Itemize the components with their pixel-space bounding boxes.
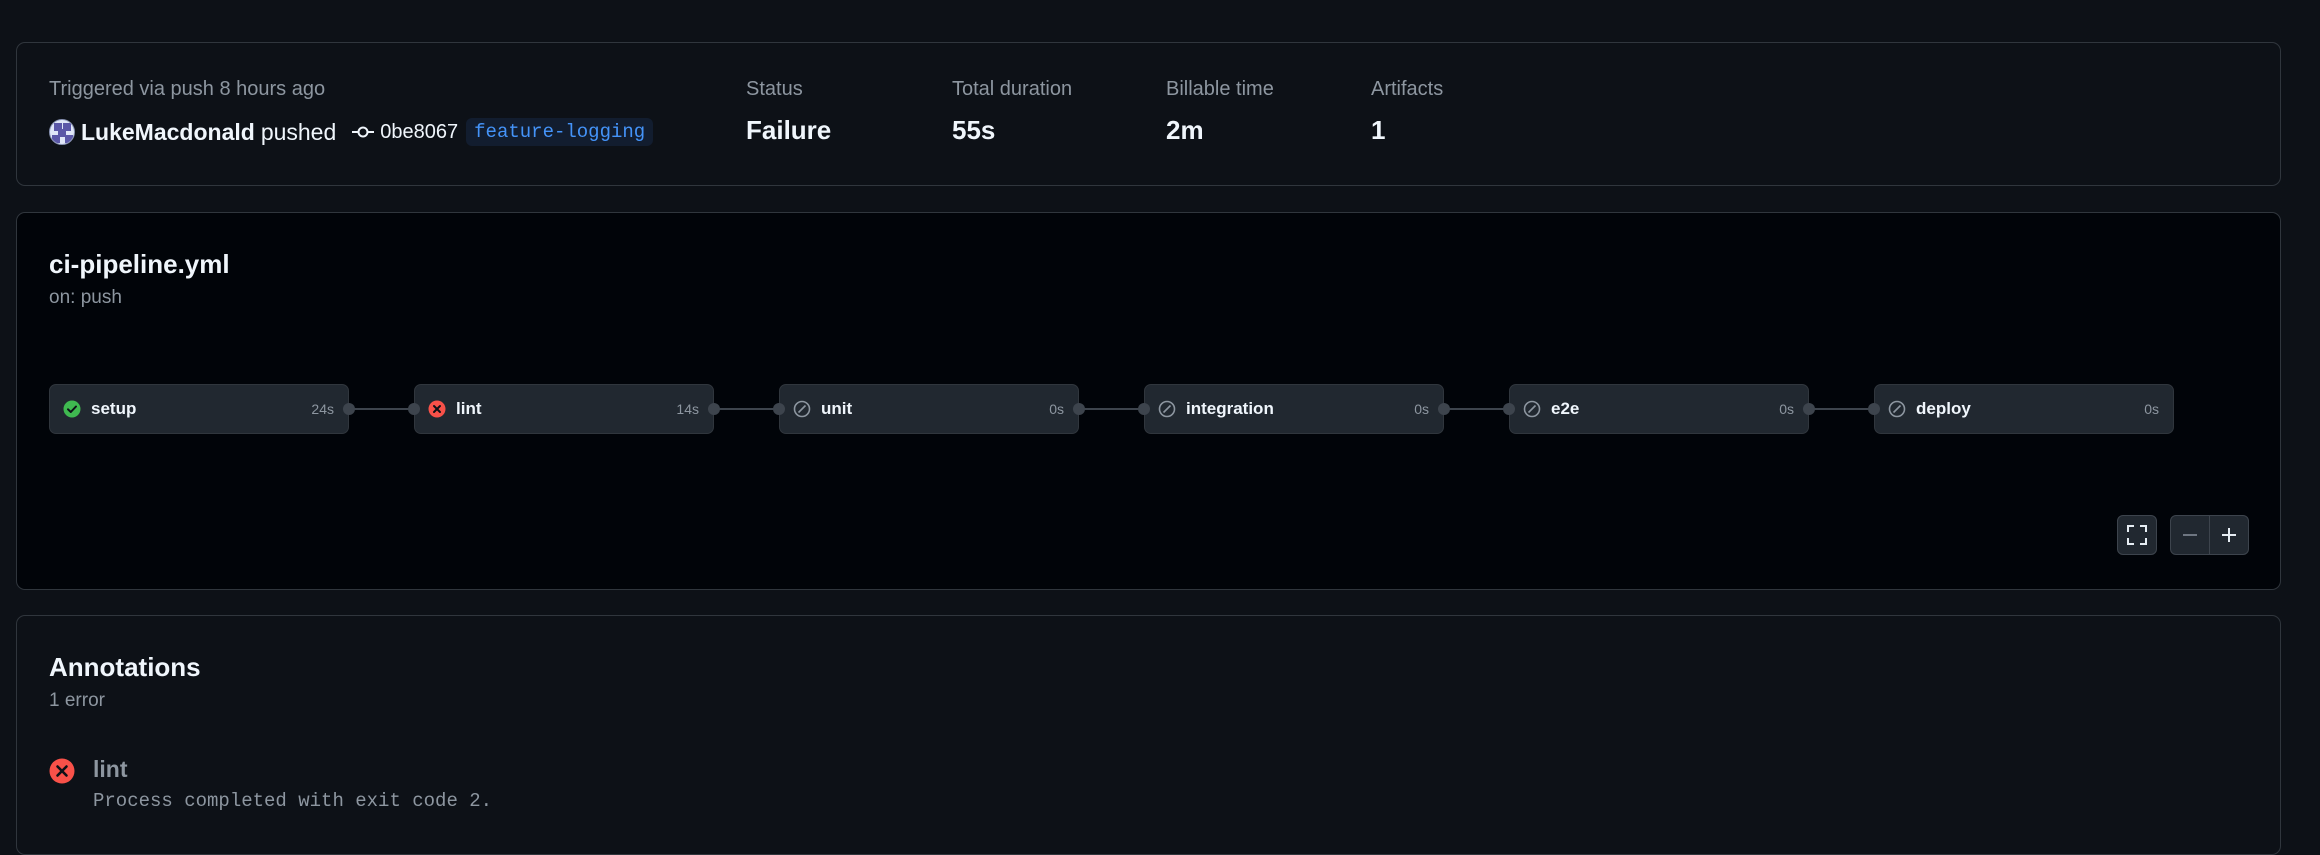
- job-connector: [715, 408, 779, 410]
- job-name: deploy: [1916, 399, 1971, 418]
- job-name: e2e: [1551, 399, 1580, 418]
- job-duration: 0s: [1779, 401, 1794, 417]
- check-circle-icon: [63, 400, 81, 418]
- billable-label: Billable time: [1166, 78, 1274, 100]
- trigger-text: Triggered via push 8 hours ago: [49, 78, 326, 100]
- x-circle-icon: [428, 400, 446, 418]
- job-duration: 0s: [1414, 401, 1429, 417]
- push-action-text: pushed: [260, 118, 337, 145]
- artifacts-value[interactable]: 1: [1371, 115, 1385, 146]
- zoom-out-button[interactable]: [2170, 515, 2210, 555]
- zoom-in-icon: [2219, 525, 2239, 545]
- duration-label: Total duration: [952, 78, 1073, 100]
- job-input-dot: [1868, 403, 1880, 415]
- job-deploy[interactable]: deploy 0s: [1874, 384, 2174, 434]
- job-name: unit: [821, 399, 853, 418]
- job-unit[interactable]: unit 0s: [779, 384, 1079, 434]
- job-duration: 0s: [1049, 401, 1064, 417]
- job-connector: [1810, 408, 1874, 410]
- job-connector: [350, 408, 414, 410]
- job-connector: [1445, 408, 1509, 410]
- user-link[interactable]: LukeMacdonald: [81, 119, 255, 146]
- annotations-count: 1 error: [49, 690, 105, 711]
- workflow-file-name[interactable]: ci-pipeline.yml: [49, 249, 230, 280]
- zoom-in-button[interactable]: [2209, 515, 2249, 555]
- job-integration[interactable]: integration 0s: [1144, 384, 1444, 434]
- duration-value: 55s: [952, 115, 996, 145]
- zoom-out-icon: [2180, 525, 2200, 545]
- job-duration: 24s: [311, 401, 334, 417]
- status-value: Failure: [746, 115, 832, 145]
- job-input-dot: [1138, 403, 1150, 415]
- job-output-dot: [1073, 403, 1085, 415]
- avatar[interactable]: [49, 119, 75, 145]
- job-output-dot: [708, 403, 720, 415]
- artifacts-label: Artifacts: [1371, 78, 1444, 100]
- fullscreen-button[interactable]: [2117, 515, 2157, 555]
- job-lint[interactable]: lint 14s: [414, 384, 714, 434]
- git-commit-icon: [352, 125, 375, 139]
- job-output-dot: [1438, 403, 1450, 415]
- job-duration: 0s: [2144, 401, 2159, 417]
- skip-icon: [793, 400, 811, 418]
- trigger-details: LukeMacdonald pushed 0be8067 feature-log…: [49, 115, 654, 149]
- billable-value: 2m: [1166, 115, 1204, 145]
- job-input-dot: [1503, 403, 1515, 415]
- annotation-job-link[interactable]: lint: [93, 756, 128, 783]
- annotation-message: Process completed with exit code 2.: [93, 790, 493, 812]
- job-output-dot: [343, 403, 355, 415]
- branch-link[interactable]: feature-logging: [466, 118, 654, 146]
- job-name: lint: [456, 399, 482, 418]
- annotations-panel: Annotations 1 error lint Process complet…: [16, 615, 2281, 855]
- workflow-graph-panel: ci-pipeline.yml on: push setup 24s lint …: [16, 212, 2281, 590]
- job-connector: [1080, 408, 1144, 410]
- annotations-title: Annotations: [49, 652, 201, 682]
- x-circle-icon: [49, 758, 75, 789]
- job-input-dot: [773, 403, 785, 415]
- job-output-dot: [1803, 403, 1815, 415]
- skip-icon: [1158, 400, 1176, 418]
- job-setup[interactable]: setup 24s: [49, 384, 349, 434]
- commit-sha-link[interactable]: 0be8067: [380, 121, 458, 144]
- job-name: setup: [91, 399, 137, 418]
- status-label: Status: [746, 78, 803, 100]
- skip-icon: [1523, 400, 1541, 418]
- run-summary-panel: Triggered via push 8 hours ago LukeMacdo…: [16, 42, 2281, 186]
- workflow-trigger-event: on: push: [49, 287, 122, 308]
- job-duration: 14s: [676, 401, 699, 417]
- job-name: integration: [1186, 399, 1274, 418]
- fullscreen-icon: [2126, 524, 2148, 546]
- job-e2e[interactable]: e2e 0s: [1509, 384, 1809, 434]
- job-input-dot: [408, 403, 420, 415]
- skip-icon: [1888, 400, 1906, 418]
